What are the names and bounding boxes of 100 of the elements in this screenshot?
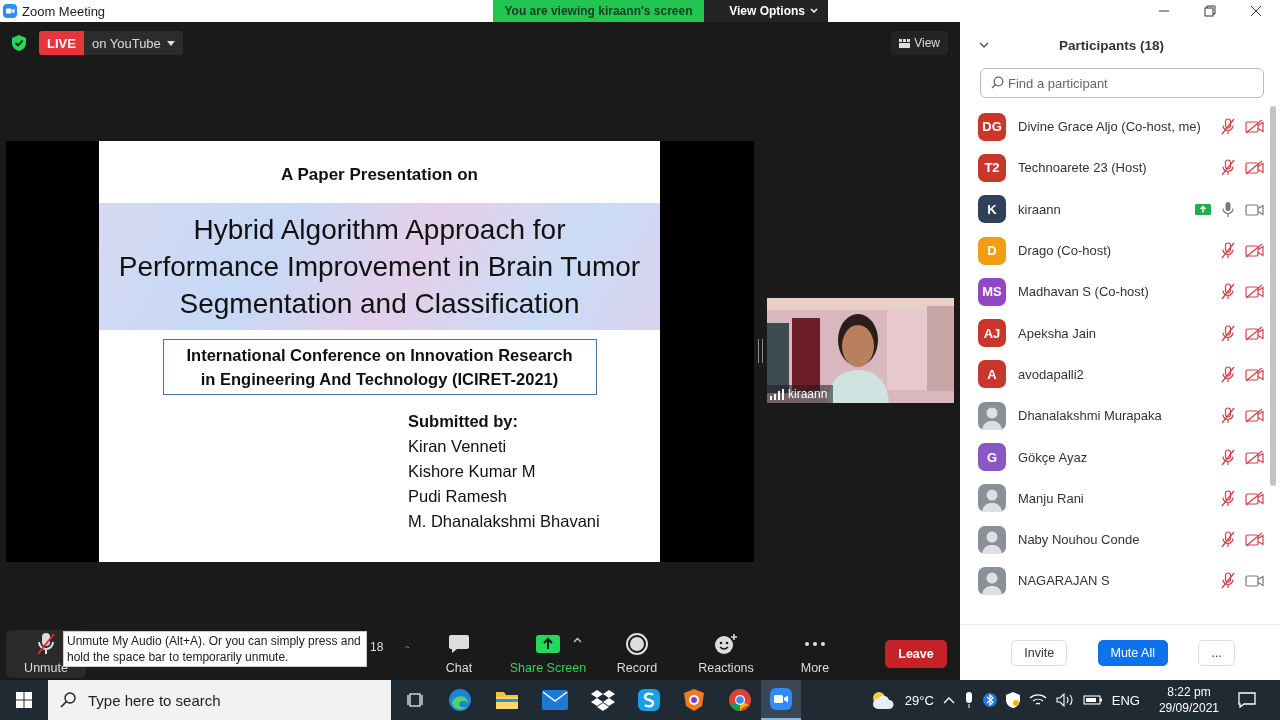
avatar-icon [978,484,1006,513]
share-screen-icon [536,634,560,653]
notification-icon[interactable] [1238,692,1256,708]
grid-icon [899,38,911,48]
author-name: Kiran Venneti [408,436,508,457]
taskbar-search-field[interactable]: Type here to search [48,680,391,720]
more-button[interactable]: More [775,629,855,678]
participant-name: Technoarete 23 (Host) [1018,160,1148,176]
avatar: G [978,443,1006,471]
conference-name: in Engineering And Technology (ICIRET-2021) [199,369,560,390]
chevron-down-icon [810,8,818,14]
chrome-icon[interactable] [728,688,752,712]
search-field[interactable]: Find a participant [980,68,1264,98]
tooltip: Unmute My Audio (Alt+A). Or you can simply press and hold the space bar to temporarily unmute. [63,631,367,667]
participant-row[interactable]: AJ Apeksha Jain [960,312,1267,354]
view-options-button[interactable]: View Options [704,0,828,22]
sharing-banner: You are viewing kiraann's screen [493,0,704,22]
windows-start-icon[interactable] [16,692,32,708]
avatar-icon [978,566,1006,595]
restore-icon[interactable] [1204,5,1216,17]
temperature: 29°C [904,692,934,708]
close-icon[interactable] [1250,5,1262,17]
record-icon [626,632,648,655]
signal-icon [770,388,784,400]
more-icon [804,640,826,647]
mic-icon[interactable] [963,692,974,708]
author-name: M. Dhanalakshmi Bhavani [408,511,601,532]
author-name: Pudi Ramesh [408,486,509,507]
participant-name: Dhanalakshmi Murapaka [1018,408,1163,424]
wifi-icon[interactable] [1028,693,1047,707]
chevron-down-icon[interactable] [979,41,989,49]
record-button[interactable]: Record [597,629,677,678]
lion-app-icon[interactable] [683,688,705,712]
avatar: MS [978,277,1006,306]
box-icon[interactable] [591,689,615,711]
avatar-icon [978,401,1006,430]
slide-title: Hybrid Algorithm Approach for [193,213,566,247]
participant-name: avodapalli2 [1018,366,1085,382]
participant-row[interactable]: DG Divine Grace Aljo (Co-host, me) [960,106,1267,148]
slide-heading: A Paper Presentation on [281,165,478,186]
avatar: T2 [978,153,1006,182]
panel-button[interactable]: Mute All [1097,639,1168,666]
clock-time[interactable]: 8:22 pm [1167,684,1211,700]
chat-button[interactable]: Chat [419,629,499,678]
shield-icon[interactable] [1005,692,1020,708]
participant-row[interactable]: Dhanalakshmi Murapaka [960,395,1267,437]
search-icon [60,692,76,708]
avatar: DG [978,112,1006,141]
avatar: AJ [978,319,1006,348]
caret-up-icon[interactable] [573,636,582,643]
participant-name: Drago (Co-host) [1018,243,1113,259]
participant-count[interactable]: 18 [370,639,384,654]
participant-row[interactable]: Naby Nouhou Conde [960,518,1267,561]
participant-name: Divine Grace Aljo (Co-host, me) [1018,119,1202,135]
reactions-button[interactable]: Reactions [686,629,766,678]
participant-row[interactable]: MS Madhavan S (Co-host) [960,271,1267,313]
battery-icon[interactable] [1082,693,1103,707]
participant-row[interactable]: T2 Technoarete 23 (Host) [960,147,1267,189]
speaker-icon[interactable] [1055,693,1074,707]
emoji-icon [714,632,738,655]
panel-button[interactable]: Invite [1011,639,1068,666]
participant-row[interactable]: K kiraann [960,188,1267,230]
task-view-icon[interactable] [407,692,425,708]
avatar: K [978,195,1006,224]
participant-name: Manju Rani [1018,490,1085,506]
participant-name: NAGARAJAN S [1018,573,1111,589]
mail-icon[interactable] [542,690,568,710]
share-button[interactable]: Share Screen [508,629,588,678]
language-indicator[interactable]: ENG [1111,692,1140,708]
bluetooth-icon[interactable] [982,692,997,708]
avatar: D [978,236,1006,265]
mic-muted-icon [36,631,56,656]
participant-name: kiraann [788,387,828,401]
resize-handle[interactable] [758,339,763,363]
participant-row[interactable]: D Drago (Co-host) [960,229,1267,272]
participant-row[interactable]: NAGARAJAN S [960,560,1267,602]
live-badge: LIVE [39,31,84,55]
participant-row[interactable]: Manju Rani [960,477,1267,519]
participant-name: Naby Nouhou Conde [1018,532,1141,548]
folder-icon[interactable] [495,690,519,710]
browser-icon[interactable] [448,688,472,712]
live-stream-button[interactable]: on YouTube [83,31,183,55]
panel-button[interactable]: ... [1198,639,1235,666]
participant-name: kiraann [1018,201,1062,217]
search-icon [991,76,1004,89]
avatar: A [978,360,1006,389]
panel-title: Participants (18) [1059,37,1165,53]
s-app-icon[interactable] [638,689,660,711]
zoom-logo-icon [3,4,17,18]
conference-name: International Conference on Innovation Research [185,345,574,366]
participant-row[interactable]: A avodapalli2 [960,353,1267,396]
clock-date[interactable]: 29/09/2021 [1158,700,1219,716]
slide-title: Segmentation and Classification [179,287,580,321]
zoom-app-icon[interactable] [761,680,801,720]
shield-icon[interactable] [12,35,26,51]
participant-row[interactable]: G Gökçe Ayaz [960,436,1267,478]
caret-icon [166,40,175,46]
view-button[interactable]: View [891,31,948,55]
leave-button[interactable]: Leave [885,639,947,668]
chat-icon [448,633,470,654]
